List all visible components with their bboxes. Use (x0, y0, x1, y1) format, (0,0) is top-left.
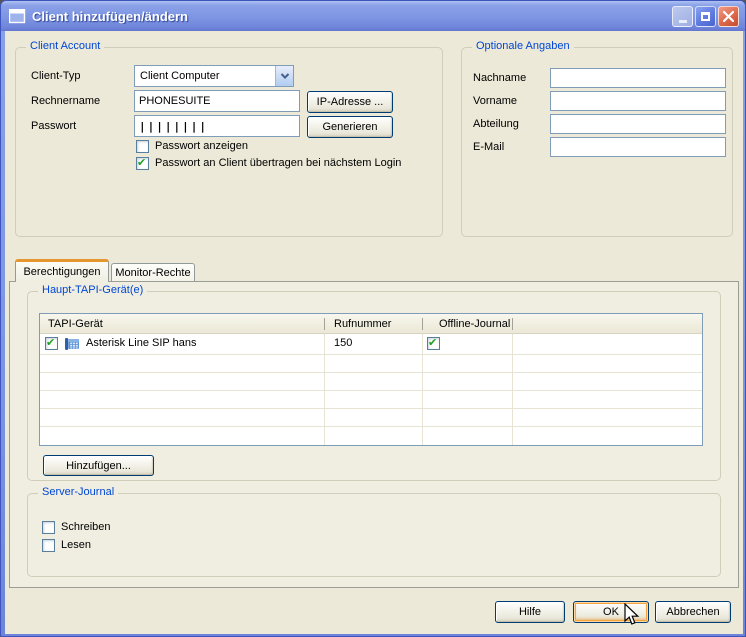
hinzufuegen-button[interactable]: Hinzufügen... (43, 455, 154, 476)
passwort-input[interactable] (134, 115, 300, 137)
passwort-anzeigen-checkbox[interactable] (136, 140, 149, 153)
client-typ-select[interactable]: Client Computer (134, 65, 294, 87)
dialog-body: Client Account Client-Typ Client Compute… (5, 31, 743, 634)
client-typ-label: Client-Typ (31, 70, 81, 82)
device-name: Asterisk Line SIP hans (86, 337, 196, 349)
header-divider (422, 318, 423, 330)
email-label: E-Mail (473, 141, 504, 153)
tab-monitor-rechte[interactable]: Monitor-Rechte (111, 263, 195, 282)
passwort-label: Passwort (31, 120, 76, 132)
schreiben-label: Schreiben (61, 521, 111, 533)
generieren-button[interactable]: Generieren (307, 116, 393, 138)
abbrechen-button-label: Abbrechen (666, 606, 719, 618)
maximize-icon (701, 12, 710, 21)
header-divider (324, 318, 325, 330)
phone-device-icon (64, 336, 80, 352)
nachname-input[interactable] (550, 68, 726, 88)
row-gridline (40, 426, 702, 427)
header-divider (512, 318, 513, 330)
row-gridline (40, 408, 702, 409)
tab-monitor-rechte-label: Monitor-Rechte (115, 267, 190, 279)
tab-berechtigungen-label: Berechtigungen (23, 266, 100, 278)
tapi-table[interactable]: TAPI-Gerät Rufnummer Offline-Journal (39, 313, 703, 446)
column-header-rufnummer[interactable]: Rufnummer (334, 314, 391, 334)
hilfe-button[interactable]: Hilfe (495, 601, 565, 623)
device-rufnummer: 150 (334, 337, 352, 349)
ip-adresse-button-label: IP-Adresse ... (317, 96, 384, 108)
rechnername-input[interactable] (134, 90, 300, 112)
tapi-table-header[interactable]: TAPI-Gerät Rufnummer Offline-Journal (40, 314, 702, 334)
haupt-tapi-group-title: Haupt-TAPI-Gerät(e) (38, 284, 147, 296)
hinzufuegen-button-label: Hinzufügen... (66, 460, 131, 472)
generieren-button-label: Generieren (322, 121, 377, 133)
window-icon (9, 9, 26, 24)
hilfe-button-label: Hilfe (519, 606, 541, 618)
client-account-group-title: Client Account (26, 40, 104, 52)
column-header-tapi-geraet[interactable]: TAPI-Gerät (48, 314, 103, 334)
minimize-icon (679, 20, 687, 23)
rechnername-label: Rechnername (31, 95, 100, 107)
vorname-label: Vorname (473, 95, 517, 107)
row-gridline (40, 354, 702, 355)
dialog-window: Client hinzufügen/ändern Client Account … (0, 0, 746, 637)
server-journal-group: Server-Journal Schreiben Lesen (27, 493, 721, 577)
column-header-offline-journal[interactable]: Offline-Journal (439, 314, 510, 334)
maximize-button[interactable] (695, 6, 716, 27)
vorname-input[interactable] (550, 91, 726, 111)
row-gridline (40, 390, 702, 391)
ok-button-label: OK (603, 606, 619, 618)
window-title: Client hinzufügen/ändern (32, 9, 672, 24)
titlebar[interactable]: Client hinzufügen/ändern (1, 1, 745, 31)
titlebar-buttons (672, 6, 739, 27)
chevron-down-icon[interactable] (275, 66, 293, 86)
optionale-angaben-group-title: Optionale Angaben (472, 40, 574, 52)
server-journal-group-title: Server-Journal (38, 486, 118, 498)
email-input[interactable] (550, 137, 726, 157)
offline-journal-checkbox[interactable] (427, 337, 440, 350)
haupt-tapi-group: Haupt-TAPI-Gerät(e) TAPI-Gerät Rufnummer… (27, 291, 721, 481)
abteilung-input[interactable] (550, 114, 726, 134)
client-typ-value: Client Computer (135, 70, 275, 82)
ip-adresse-button[interactable]: IP-Adresse ... (307, 91, 393, 113)
passwort-uebertragen-label: Passwort an Client übertragen bei nächst… (155, 157, 401, 169)
lesen-checkbox[interactable] (42, 539, 55, 552)
nachname-label: Nachname (473, 72, 526, 84)
passwort-anzeigen-label: Passwort anzeigen (155, 140, 248, 152)
ok-button[interactable]: OK (573, 601, 649, 623)
abteilung-label: Abteilung (473, 118, 519, 130)
close-button[interactable] (718, 6, 739, 27)
passwort-uebertragen-checkbox[interactable] (136, 157, 149, 170)
row-gridline (40, 372, 702, 373)
abbrechen-button[interactable]: Abbrechen (655, 601, 731, 623)
tab-berechtigungen[interactable]: Berechtigungen (15, 259, 109, 282)
schreiben-checkbox[interactable] (42, 521, 55, 534)
device-enabled-checkbox[interactable] (45, 337, 58, 350)
lesen-label: Lesen (61, 539, 91, 551)
minimize-button[interactable] (672, 6, 693, 27)
table-row[interactable]: Asterisk Line SIP hans 150 (40, 334, 702, 354)
close-icon (723, 11, 734, 22)
